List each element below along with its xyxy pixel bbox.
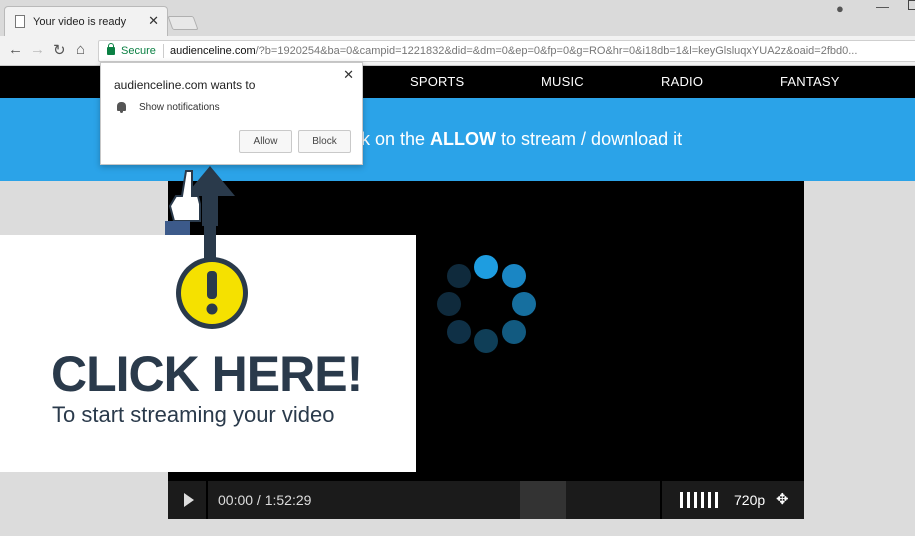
tab-strip: Your video is ready ✕ ● — xyxy=(0,0,915,36)
address-separator xyxy=(163,44,164,58)
spinner-dot xyxy=(447,320,471,344)
popup-title: audienceline.com wants to xyxy=(114,78,256,92)
spinner-dot xyxy=(447,264,471,288)
time-display: 00:00 / 1:52:29 xyxy=(218,492,312,508)
spinner-dot xyxy=(437,292,461,316)
banner-prefix: ck on the xyxy=(352,129,431,149)
click-here-subtitle: To start streaming your video xyxy=(52,402,335,427)
url-host: audienceline.com xyxy=(170,45,256,57)
spinner-dot xyxy=(502,320,526,344)
warning-icon xyxy=(176,257,248,329)
nav-radio[interactable]: RADIO xyxy=(661,74,703,89)
bell-icon xyxy=(117,102,126,113)
address-bar[interactable]: Secure audienceline.com/?b=1920254&ba=0&… xyxy=(98,40,915,62)
maximize-icon[interactable] xyxy=(908,0,915,10)
back-icon[interactable]: ← xyxy=(8,41,23,58)
profile-icon[interactable]: ● xyxy=(836,1,844,16)
player-controls: 00:00 / 1:52:29 720p ✥ xyxy=(168,481,804,519)
url-query: /?b=1920254&ba=0&campid=1221832&did=&dm=… xyxy=(255,45,858,57)
click-here-title: CLICK HERE! xyxy=(51,346,363,402)
tab-title: Your video is ready xyxy=(33,16,127,28)
reload-icon[interactable]: ↻ xyxy=(53,41,66,59)
browser-tab[interactable]: Your video is ready ✕ xyxy=(4,6,168,36)
progress-bar[interactable] xyxy=(520,481,566,519)
allow-button[interactable]: Allow xyxy=(239,130,292,153)
notification-permission-popup: audienceline.com wants to ✕ Show notific… xyxy=(100,62,363,165)
spinner-dot xyxy=(502,264,526,288)
fullscreen-icon[interactable]: ✥ xyxy=(776,490,789,508)
spinner-dot xyxy=(512,292,536,316)
nav-sports[interactable]: SPORTS xyxy=(410,74,464,89)
hand-icon xyxy=(165,170,201,235)
close-icon[interactable]: ✕ xyxy=(343,67,354,83)
secure-label[interactable]: Secure xyxy=(121,45,156,57)
play-icon[interactable] xyxy=(168,481,208,519)
block-button[interactable]: Block xyxy=(298,130,351,153)
banner-text: ck on the ALLOW to stream / download it xyxy=(352,129,682,150)
forward-icon[interactable]: → xyxy=(30,41,45,58)
page-icon xyxy=(15,15,25,28)
banner-allow-word: ALLOW xyxy=(430,129,497,149)
home-icon[interactable]: ⌂ xyxy=(76,41,85,58)
url-text[interactable]: audienceline.com/?b=1920254&ba=0&campid=… xyxy=(170,45,915,57)
pointing-hand-arrow-icon xyxy=(165,166,248,329)
close-icon[interactable]: ✕ xyxy=(148,13,159,29)
nav-music[interactable]: MUSIC xyxy=(541,74,584,89)
lock-icon[interactable] xyxy=(107,43,115,55)
minimize-icon[interactable]: — xyxy=(876,0,889,14)
permission-text: Show notifications xyxy=(139,102,220,113)
nav-fantasy[interactable]: FANTASY xyxy=(780,74,840,89)
new-tab-button[interactable] xyxy=(167,16,199,30)
control-divider xyxy=(660,481,662,519)
banner-suffix: to stream / download it xyxy=(496,129,683,149)
spinner-dot xyxy=(474,255,498,279)
quality-selector[interactable]: 720p xyxy=(734,492,765,508)
volume-icon[interactable] xyxy=(680,492,720,508)
spinner-dot xyxy=(474,329,498,353)
